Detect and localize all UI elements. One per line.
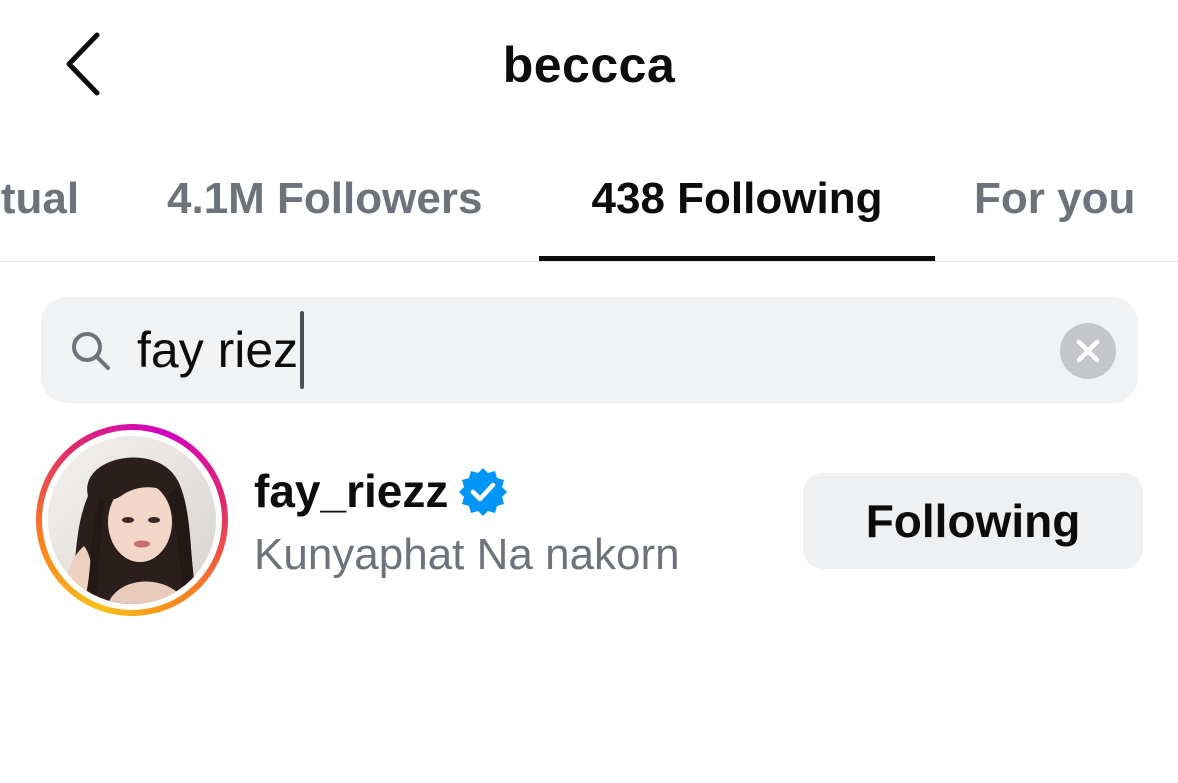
username: fay_riezz xyxy=(254,465,449,517)
search-input[interactable]: fay riez xyxy=(137,311,305,389)
text-caret xyxy=(300,311,305,389)
following-button[interactable]: Following xyxy=(803,473,1143,569)
page-title: beccca xyxy=(502,37,676,93)
tab-following[interactable]: 438 Following xyxy=(539,170,935,262)
tab-followers[interactable]: 4.1M Followers xyxy=(167,170,482,262)
tab-bar: utual 4.1M Followers 438 Following For y… xyxy=(0,170,1178,262)
list-item[interactable]: fay_riezz Kunyaphat Na nakorn Following xyxy=(0,420,1178,620)
tabs-divider xyxy=(0,261,1178,262)
following-screen: beccca utual 4.1M Followers 438 Followin… xyxy=(0,0,1178,783)
verified-badge-icon xyxy=(459,468,508,516)
story-ring[interactable] xyxy=(36,424,228,616)
avatar-ring-gap xyxy=(42,430,222,610)
clear-search-button[interactable] xyxy=(1060,323,1116,379)
full-name: Kunyaphat Na nakorn xyxy=(254,530,680,579)
avatar-photo xyxy=(48,436,216,604)
search-bar[interactable]: fay riez xyxy=(41,297,1138,403)
username-link[interactable]: fay_riezz xyxy=(254,464,508,518)
clear-icon xyxy=(1076,339,1100,363)
tab-mutual[interactable]: utual xyxy=(0,170,79,262)
tab-for-you[interactable]: For you xyxy=(974,170,1135,262)
avatar[interactable] xyxy=(48,436,216,604)
search-input-value: fay riez xyxy=(137,322,299,378)
search-icon xyxy=(72,332,110,370)
